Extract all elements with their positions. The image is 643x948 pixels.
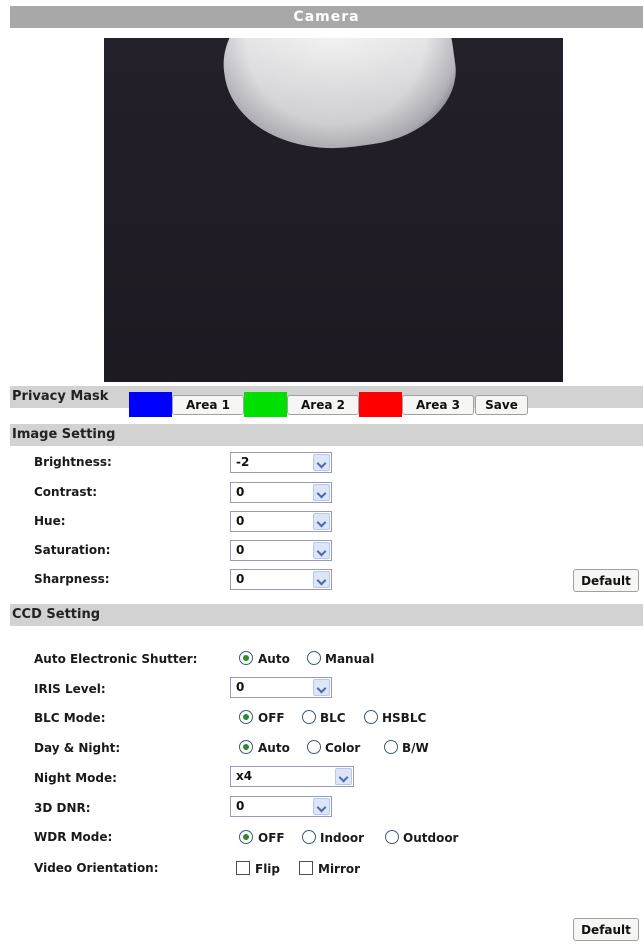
chevron-down-icon	[313, 513, 330, 530]
day-night-label: Day & Night:	[34, 741, 121, 755]
hue-select[interactable]: 0	[230, 511, 332, 532]
saturation-select[interactable]: 0	[230, 540, 332, 561]
chevron-down-icon	[313, 798, 330, 815]
contrast-label: Contrast:	[34, 485, 98, 499]
sharpness-label: Sharpness:	[34, 572, 110, 586]
day-night-bw-label: B/W	[402, 741, 429, 755]
area-2-button[interactable]: Area 2	[287, 395, 359, 415]
wdr-outdoor-label: Outdoor	[403, 831, 459, 845]
area-2-color-swatch	[244, 392, 287, 417]
shutter-label: Auto Electronic Shutter:	[34, 652, 198, 666]
blc-hsblc-radio[interactable]	[364, 710, 378, 724]
blc-off-label: OFF	[258, 711, 285, 725]
dnr-label: 3D DNR:	[34, 801, 91, 815]
flip-checkbox[interactable]	[236, 861, 250, 875]
day-night-color-label: Color	[325, 741, 361, 755]
night-mode-label: Night Mode:	[34, 771, 117, 785]
camera-video-preview[interactable]	[104, 38, 563, 382]
area-3-color-swatch	[359, 392, 402, 417]
wdr-indoor-label: Indoor	[320, 831, 365, 845]
brightness-label: Brightness:	[34, 455, 112, 469]
image-default-button[interactable]: Default	[573, 569, 639, 592]
wdr-off-label: OFF	[258, 831, 285, 845]
shutter-manual-radio[interactable]	[307, 651, 321, 665]
wdr-outdoor-radio[interactable]	[385, 830, 399, 844]
wdr-off-radio[interactable]	[239, 830, 253, 844]
hue-label: Hue:	[34, 514, 66, 528]
day-night-color-radio[interactable]	[307, 740, 321, 754]
contrast-select[interactable]: 0	[230, 482, 332, 503]
ccd-setting-header: CCD Setting	[10, 604, 643, 626]
chevron-down-icon	[313, 484, 330, 501]
blc-blc-radio[interactable]	[302, 710, 316, 724]
mirror-checkbox[interactable]	[299, 861, 313, 875]
area-1-button[interactable]: Area 1	[172, 395, 244, 415]
blc-off-radio[interactable]	[239, 710, 253, 724]
sharpness-select[interactable]: 0	[230, 569, 332, 590]
area-1-color-swatch	[129, 392, 172, 417]
wdr-label: WDR Mode:	[34, 830, 113, 844]
brightness-select[interactable]: -2	[230, 452, 332, 473]
shutter-auto-radio[interactable]	[239, 651, 253, 665]
day-night-bw-radio[interactable]	[384, 740, 398, 754]
chevron-down-icon	[313, 454, 330, 471]
iris-select[interactable]: 0	[230, 677, 332, 698]
save-mask-button[interactable]: Save	[475, 395, 528, 415]
blc-label: BLC Mode:	[34, 711, 106, 725]
day-night-auto-radio[interactable]	[239, 740, 253, 754]
blc-hsblc-label: HSBLC	[382, 711, 427, 725]
dnr-select[interactable]: 0	[230, 796, 332, 817]
chevron-down-icon	[313, 679, 330, 696]
chevron-down-icon	[335, 768, 352, 785]
chevron-down-icon	[313, 571, 330, 588]
wdr-indoor-radio[interactable]	[302, 830, 316, 844]
saturation-label: Saturation:	[34, 543, 111, 557]
ccd-default-button[interactable]: Default	[573, 918, 639, 941]
page-title: Camera	[10, 6, 643, 28]
shutter-auto-label: Auto	[258, 652, 290, 666]
chevron-down-icon	[313, 542, 330, 559]
iris-label: IRIS Level:	[34, 682, 106, 696]
flip-label: Flip	[255, 862, 281, 876]
image-setting-header: Image Setting	[10, 424, 643, 446]
orientation-label: Video Orientation:	[34, 861, 159, 875]
area-3-button[interactable]: Area 3	[402, 395, 474, 415]
night-mode-select[interactable]: x4	[230, 766, 354, 787]
blc-blc-label: BLC	[320, 711, 346, 725]
shutter-manual-label: Manual	[325, 652, 375, 666]
mirror-label: Mirror	[318, 862, 361, 876]
day-night-auto-label: Auto	[258, 741, 290, 755]
